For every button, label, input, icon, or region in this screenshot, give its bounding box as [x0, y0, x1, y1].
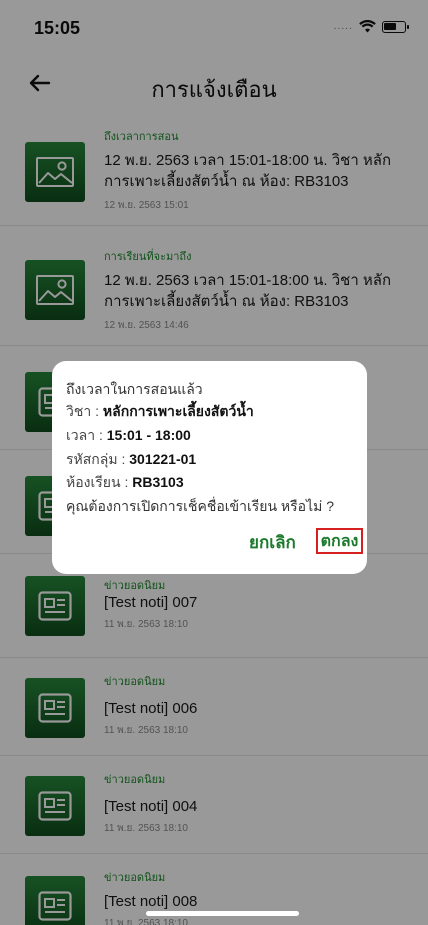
subject-label: วิชา : — [66, 403, 103, 419]
dialog-title: ถึงเวลาในการสอนแล้ว — [66, 381, 203, 397]
room-value: RB3103 — [132, 474, 184, 490]
group-row: รหัสกลุ่ม : 301221-01 — [66, 449, 196, 471]
room-label: ห้องเรียน : — [66, 474, 133, 490]
subject-value: หลักการเพาะเลี้ยงสัตว์น้ำ — [102, 403, 254, 419]
ok-button[interactable]: ตกลง — [316, 528, 363, 554]
time-value: 15:01 - 18:00 — [106, 427, 191, 443]
group-label: รหัสกลุ่ม : — [66, 451, 130, 467]
room-row: ห้องเรียน : RB3103 — [66, 472, 184, 494]
dialog-question: คุณต้องการเปิดการเช็คชื่อเข้าเรียน หรือไ… — [66, 498, 335, 514]
cancel-button[interactable]: ยกเลิก — [249, 529, 296, 556]
home-indicator[interactable] — [146, 911, 299, 916]
subject-row: วิชา : หลักการเพาะเลี้ยงสัตว์น้ำ — [66, 401, 254, 423]
app-screen: 15:05 ..... การแจ้งเตือน ถึงเวลาการสอน 1… — [0, 0, 428, 925]
group-value: 301221-01 — [129, 451, 197, 467]
check-in-dialog: ถึงเวลาในการสอนแล้ว วิชา : หลักการเพาะเล… — [52, 361, 367, 574]
time-row: เวลา : 15:01 - 18:00 — [66, 425, 191, 447]
time-label: เวลา : — [66, 427, 107, 443]
